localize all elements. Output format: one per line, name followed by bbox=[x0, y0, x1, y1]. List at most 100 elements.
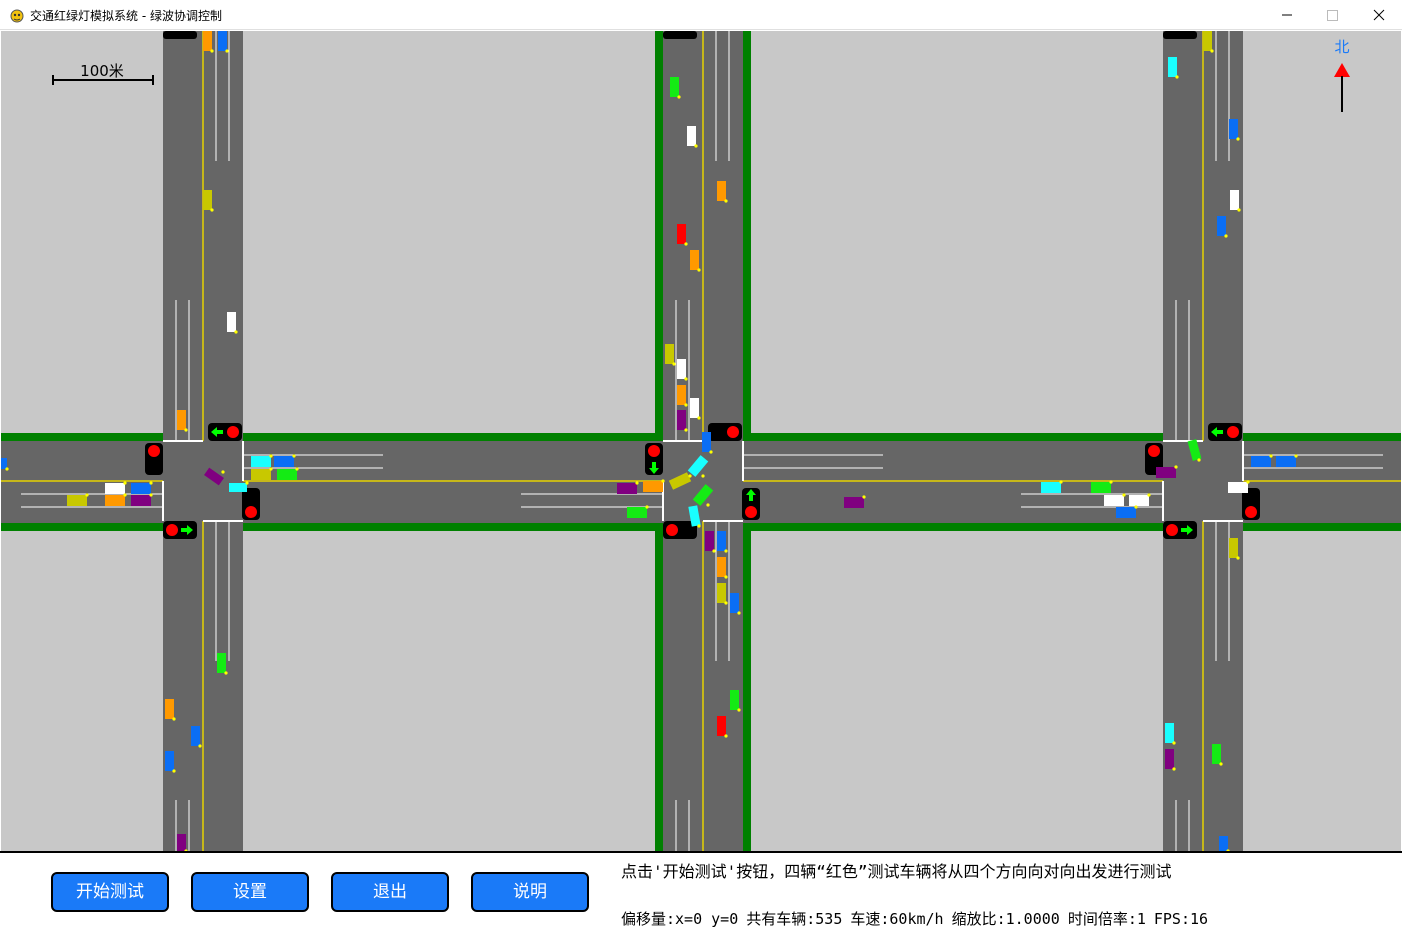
vehicle-green bbox=[1091, 482, 1111, 493]
offset-readout: 偏移量:x=0 y=0 bbox=[621, 910, 739, 928]
vehicle-cyan bbox=[1165, 723, 1174, 743]
vehicle-green bbox=[670, 77, 679, 97]
vehicle-count: 共有车辆:535 bbox=[746, 910, 843, 928]
minimize-icon bbox=[1282, 14, 1292, 16]
signal-center-w bbox=[645, 443, 663, 475]
vehicle-green bbox=[627, 507, 647, 518]
vehicle-headlight bbox=[1236, 137, 1240, 141]
vehicle-yellow bbox=[67, 495, 87, 506]
vehicle-headlight bbox=[1174, 465, 1178, 469]
vehicle-orange bbox=[690, 250, 699, 270]
compass-north-label: 北 bbox=[1334, 38, 1349, 56]
close-button[interactable] bbox=[1356, 0, 1402, 30]
vehicle-headlight bbox=[724, 575, 728, 579]
vehicle-green bbox=[217, 653, 226, 673]
vehicle-orange bbox=[717, 181, 726, 201]
vehicle-headlight bbox=[184, 428, 188, 432]
signal-west-e bbox=[242, 488, 260, 520]
vehicle-headlight bbox=[724, 199, 728, 203]
vehicle-blue bbox=[1, 458, 7, 469]
vehicle-headlight bbox=[701, 474, 705, 478]
vehicle-green bbox=[730, 690, 739, 710]
help-button[interactable]: 说明 bbox=[471, 872, 589, 912]
signal-east-s bbox=[1163, 521, 1197, 539]
vehicle-headlight bbox=[709, 450, 713, 454]
window-title: 交通红绿灯模拟系统 - 绿波协调控制 bbox=[30, 9, 222, 23]
vehicle-headlight bbox=[1109, 480, 1113, 484]
vehicle-cyan bbox=[1041, 482, 1061, 493]
vehicle-white bbox=[1129, 495, 1149, 506]
signal-west-w bbox=[145, 443, 163, 475]
status-line: 偏移量:x=0 y=0 共有车辆:535 车速:60km/h 缩放比:1.0000 时间… bbox=[621, 908, 1216, 929]
signal-center-top bbox=[663, 31, 697, 39]
vehicle-headlight bbox=[862, 495, 866, 499]
vehicle-yellow bbox=[665, 344, 674, 364]
vehicle-headlight bbox=[694, 144, 698, 148]
vehicle-white bbox=[1230, 190, 1239, 210]
vehicle-headlight bbox=[224, 671, 228, 675]
vehicle-cyan bbox=[1168, 57, 1177, 77]
vehicle-blue bbox=[1276, 456, 1296, 467]
signal-west-top bbox=[163, 31, 197, 39]
vehicle-headlight bbox=[737, 611, 741, 615]
simulation-canvas[interactable]: 100米 北 bbox=[1, 31, 1401, 851]
vehicle-headlight bbox=[1059, 480, 1063, 484]
signal-center-n bbox=[708, 423, 742, 441]
vehicle-headlight bbox=[697, 268, 701, 272]
vehicle-headlight bbox=[225, 49, 229, 53]
vehicle-headlight bbox=[1210, 49, 1214, 53]
vehicle-headlight bbox=[688, 474, 692, 478]
vehicle-white bbox=[105, 483, 125, 494]
app-icon bbox=[10, 9, 24, 23]
vehicle-blue bbox=[1251, 456, 1271, 467]
vehicle-headlight bbox=[149, 493, 153, 497]
vehicle-headlight bbox=[198, 744, 202, 748]
vehicle-headlight bbox=[1147, 493, 1151, 497]
vehicle-blue bbox=[165, 751, 174, 771]
settings-button[interactable]: 设置 bbox=[191, 872, 309, 912]
vehicle-headlight bbox=[684, 242, 688, 246]
vehicle-orange bbox=[643, 481, 663, 492]
vehicle-blue bbox=[1116, 507, 1136, 518]
vehicle-white bbox=[687, 126, 696, 146]
signal-east-top bbox=[1163, 31, 1197, 39]
vehicle-blue bbox=[218, 31, 227, 51]
vehicle-purple bbox=[1156, 467, 1176, 478]
maximize-button[interactable] bbox=[1310, 0, 1356, 30]
vehicle-headlight bbox=[697, 524, 701, 528]
minimize-button[interactable] bbox=[1264, 0, 1310, 30]
vehicle-white bbox=[1104, 495, 1124, 506]
exit-button[interactable]: 退出 bbox=[331, 872, 449, 912]
vehicle-blue bbox=[1219, 836, 1228, 851]
vehicle-headlight bbox=[645, 505, 649, 509]
time-rate-readout: 时间倍率:1 bbox=[1067, 910, 1146, 928]
vehicle-headlight bbox=[684, 377, 688, 381]
scale-label: 100米 bbox=[80, 62, 124, 80]
zoom-readout: 缩放比:1.0000 bbox=[951, 910, 1060, 928]
vehicle-headlight bbox=[712, 549, 716, 553]
vehicle-orange bbox=[717, 557, 726, 577]
instruction-text: 点击'开始测试'按钮，四辆“红色”测试车辆将从四个方向向对向出发进行测试 bbox=[621, 862, 1172, 881]
vehicle-headlight bbox=[1197, 458, 1201, 462]
vehicle-headlight bbox=[1224, 234, 1228, 238]
vehicle-headlight bbox=[677, 95, 681, 99]
vehicle-blue bbox=[717, 531, 726, 551]
vehicle-headlight bbox=[684, 428, 688, 432]
title-bar: 交通红绿灯模拟系统 - 绿波协调控制 bbox=[0, 0, 1402, 30]
vehicle-orange bbox=[203, 31, 212, 51]
vehicle-orange bbox=[105, 495, 125, 506]
close-icon bbox=[1373, 9, 1385, 21]
vehicle-headlight bbox=[1246, 480, 1250, 484]
vehicle-blue bbox=[191, 726, 200, 746]
vehicle-headlight bbox=[1175, 75, 1179, 79]
vehicle-headlight bbox=[661, 479, 665, 483]
scale-bar: 100米 bbox=[52, 62, 154, 85]
vehicle-headlight bbox=[697, 416, 701, 420]
vehicle-headlight bbox=[269, 454, 273, 458]
vehicle-headlight bbox=[149, 481, 153, 485]
vehicle-headlight bbox=[737, 708, 741, 712]
vehicle-blue bbox=[702, 432, 711, 452]
vehicle-white bbox=[690, 398, 699, 418]
start-test-button[interactable]: 开始测试 bbox=[51, 872, 169, 912]
signal-center-e bbox=[742, 488, 760, 520]
